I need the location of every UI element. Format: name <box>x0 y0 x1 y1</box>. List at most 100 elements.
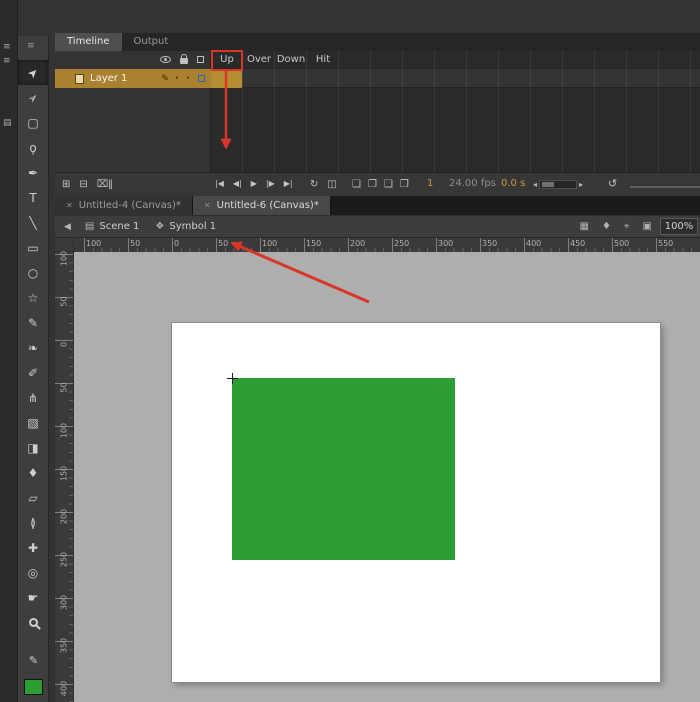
dock-menu2-icon[interactable]: ≡ <box>3 56 11 66</box>
document-tab[interactable]: ✕Untitled-4 (Canvas)* <box>55 196 193 215</box>
oval-tool[interactable]: ○ <box>18 260 48 285</box>
selection-tool[interactable]: ➤ <box>18 60 48 85</box>
stroke-pencil-icon: ✎ <box>29 654 38 667</box>
show-hide-layers-icon[interactable] <box>160 56 171 63</box>
ink-bottle-tool[interactable]: ◨ <box>18 435 48 460</box>
stroke-color-control[interactable]: ✎ <box>18 654 49 667</box>
timeline-scrollbar: ◂ ▸ <box>533 180 583 189</box>
lasso-tool[interactable]: ϙ <box>18 135 48 160</box>
hand-tool[interactable]: ☛ <box>18 585 48 610</box>
breadcrumb-scene[interactable]: Scene 1 <box>99 221 139 232</box>
camera-tool[interactable]: ◎ <box>18 560 48 585</box>
close-tab-icon[interactable]: ✕ <box>66 201 73 210</box>
timeline-controls-bar: ⊞⊟⌧ ‖ |◀◀|▶|▶▶| ↻◫ ❏❐❑❒ 1 24.00 fps 0.0 … <box>55 172 700 196</box>
outline-layers-icon[interactable] <box>197 56 204 63</box>
frame-label-hit[interactable]: Hit <box>307 54 339 65</box>
text-tool[interactable]: T <box>18 185 48 210</box>
new-folder-icon[interactable]: ⊟ <box>79 178 87 191</box>
width-tool[interactable]: ≬ <box>18 510 48 535</box>
ruler-label: 250 <box>60 551 69 569</box>
modify-markers-icon[interactable]: ❒ <box>400 178 409 191</box>
free-transform-icon: ▢ <box>27 117 38 129</box>
step-back-button[interactable]: ◀| <box>233 179 242 189</box>
lock-layers-icon[interactable] <box>180 58 188 64</box>
scroll-left-icon[interactable]: ◂ <box>533 180 537 189</box>
marker-range-icon[interactable]: ◫ <box>327 178 336 191</box>
layer-name[interactable]: Layer 1 <box>90 73 127 84</box>
pasteboard[interactable] <box>74 252 700 702</box>
center-stage-icon[interactable]: ⌖ <box>624 221 630 232</box>
edit-scene-icon[interactable]: ▦ <box>579 221 588 232</box>
scroll-right-icon[interactable]: ▸ <box>579 180 583 189</box>
bone-icon: ⋔ <box>28 392 38 404</box>
scrollbar-thumb[interactable] <box>542 182 554 187</box>
loop-playback-icon[interactable]: ↻ <box>310 178 318 191</box>
text-icon: T <box>29 192 36 204</box>
ruler-label: 550 <box>658 239 673 248</box>
layer-outline-color-icon[interactable] <box>198 75 205 82</box>
subselection-tool[interactable]: ➢ <box>18 85 48 110</box>
pencil-tool[interactable]: ✎ <box>18 310 48 335</box>
horizontal-ruler: 10050050100150200250300350400450500550 <box>74 238 700 252</box>
last-frame-button[interactable]: ▶| <box>284 179 293 189</box>
eyedropper-tool[interactable]: ♦ <box>18 460 48 485</box>
timeline-panel-tab-bar: TimelineOutput <box>55 33 700 51</box>
fill-color-swatch[interactable] <box>24 679 43 695</box>
paint-brush-icon: ✐ <box>28 367 38 379</box>
selected-up-frame[interactable] <box>211 69 242 88</box>
tools-list: ➤ ➢ ▢ ϙ ✒ T ╲▭○☆✎❧ ✐ ⋔ ▧◨♦ ▱ ≬✚◎☛ <box>18 60 49 635</box>
eraser-tool[interactable]: ▱ <box>18 485 48 510</box>
reset-timeline-zoom-icon[interactable]: ↺ <box>608 177 617 191</box>
drawing-crosshair-cursor <box>227 373 238 384</box>
edit-multiple-frames-icon[interactable]: ❑ <box>384 178 393 191</box>
zoom-tool[interactable] <box>18 610 48 635</box>
timeline-frames-area[interactable]: UpOverDownHit <box>211 51 700 172</box>
rectangle-tool[interactable]: ▭ <box>18 235 48 260</box>
paint-brush-tool[interactable]: ✐ <box>18 360 48 385</box>
pen-tool[interactable]: ✒ <box>18 160 48 185</box>
line-tool[interactable]: ╲ <box>18 210 48 235</box>
dock-panel-icon[interactable]: ▤ <box>3 118 12 128</box>
new-layer-icon[interactable]: ⊞ <box>62 178 70 191</box>
frame-rate-indicator[interactable]: 24.00 fps <box>449 178 496 189</box>
timeline-panel-tab-output[interactable]: Output <box>122 33 181 51</box>
dock-menu-icon[interactable]: ≡ <box>3 42 11 52</box>
free-transform-tool[interactable]: ▢ <box>18 110 48 135</box>
document-tab[interactable]: ✕Untitled-6 (Canvas)* <box>193 196 331 215</box>
selection-icon: ➤ <box>25 65 41 81</box>
bone-tool[interactable]: ⋔ <box>18 385 48 410</box>
first-frame-button[interactable]: |◀ <box>215 179 224 189</box>
step-forward-button[interactable]: |▶ <box>266 179 275 189</box>
frame-label-over[interactable]: Over <box>243 54 275 65</box>
clip-content-icon[interactable]: ▣ <box>643 221 652 232</box>
stage-zoom-select[interactable]: 100% <box>660 218 698 235</box>
asset-warp-tool[interactable]: ✚ <box>18 535 48 560</box>
frame-label-down[interactable]: Down <box>275 54 307 65</box>
close-tab-icon[interactable]: ✕ <box>204 201 211 210</box>
green-rectangle[interactable] <box>232 378 455 560</box>
timeline-zoom-slider[interactable] <box>630 186 700 188</box>
layer-row[interactable]: Layer 1 ✎ · · <box>55 69 211 88</box>
scrollbar-track[interactable] <box>539 180 577 189</box>
delete-layer-icon[interactable]: ⌧ <box>97 178 109 191</box>
play-button[interactable]: ▶ <box>251 179 257 189</box>
layer-visibility-lock-dots[interactable]: · · <box>175 73 192 84</box>
vertical-ruler: 10050050100150200250300350400 <box>55 252 74 702</box>
polystar-tool[interactable]: ☆ <box>18 285 48 310</box>
ruler-label: 50 <box>218 239 228 248</box>
onion-skin-outlines-icon[interactable]: ❐ <box>368 178 377 191</box>
brush-tool[interactable]: ❧ <box>18 335 48 360</box>
breadcrumb-symbol[interactable]: Symbol 1 <box>169 221 216 232</box>
onion-skin-icon[interactable]: ❏ <box>352 178 361 191</box>
eraser-icon: ▱ <box>28 492 37 504</box>
fluid-color-icon[interactable]: ♦ <box>602 221 611 232</box>
back-button[interactable]: ◀ <box>64 222 71 232</box>
paint-bucket-tool[interactable]: ▧ <box>18 410 48 435</box>
timeline-panel-tab-timeline[interactable]: Timeline <box>55 33 122 51</box>
pen-icon: ✒ <box>28 167 38 179</box>
tools-panel-menu-icon[interactable]: ≡ <box>27 41 35 51</box>
center-frame-icon[interactable]: ‖ <box>108 178 113 191</box>
stage[interactable] <box>172 323 660 682</box>
frame-label-up[interactable]: Up <box>211 54 243 65</box>
layer-frames-row[interactable] <box>211 69 700 88</box>
